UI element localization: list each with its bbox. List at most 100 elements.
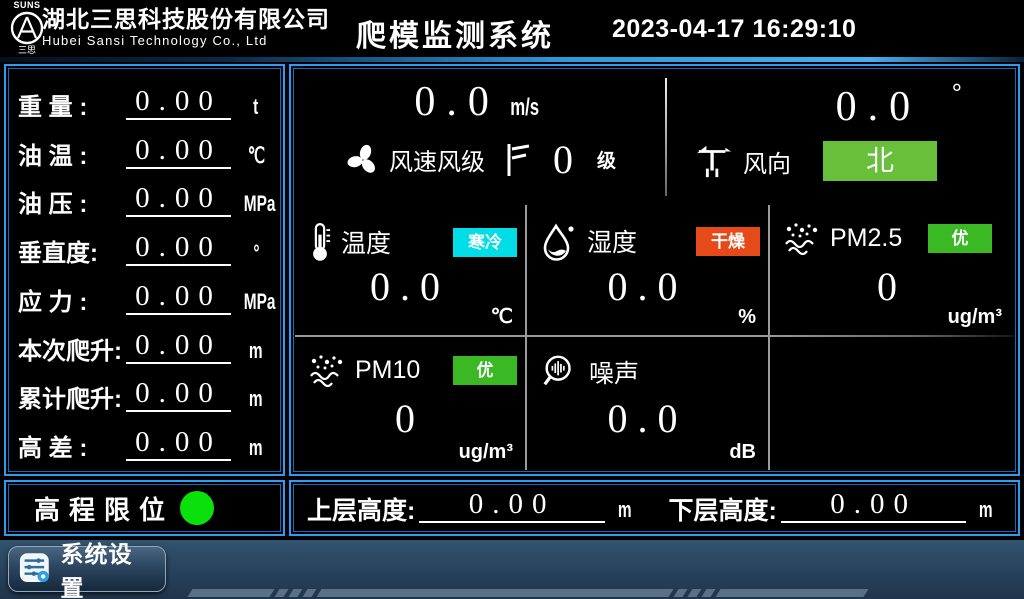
company-logo: SUNS 三思 [8,1,46,55]
wind-direction-label: 风向 [743,144,791,179]
monitoring-screen: SUNS 三思 湖北三思科技股份有限公司 Hubei Sansi Technol… [0,0,1024,599]
wind-direction-badge: 北 [823,141,937,181]
elevation-limit-status-indicator [180,491,214,525]
company-name-en: Hubei Sansi Technology Co., Ltd [42,32,330,50]
taskbar-decorative-stripe [190,589,866,597]
pm25-status-badge: 优 [928,224,992,253]
sensor-cell-noise: 噪声 0.0 dB [527,337,770,470]
measure-label: 垂直度: [18,239,126,269]
lower-height-unit: m [979,497,993,523]
sensor-label: PM2.5 [830,224,902,253]
humidity-status-badge: 干燥 [696,227,760,256]
company-name-cn: 湖北三思科技股份有限公司 [42,6,330,32]
elevation-limit-label: 高程限位 [34,490,174,527]
sensor-cell-temperature: 温度 寒冷 0.0 ℃ [295,205,527,337]
particles-icon [309,353,345,387]
sensor-label: PM10 [355,356,420,385]
sensor-unit: dB [729,441,756,464]
sensor-value: 0.0 [527,263,768,310]
header: SUNS 三思 湖北三思科技股份有限公司 Hubei Sansi Technol… [0,0,1024,57]
fan-icon [345,142,381,178]
measure-value: 0.00 [135,280,222,312]
measure-unit: MPa [244,289,276,315]
measure-row-verticality: 垂直度: 0.00 ° [18,224,275,269]
measure-row-stress: 应 力 : 0.00 MPa [18,273,275,318]
wind-level-flag-icon [505,141,531,179]
sensor-label: 温度 [341,224,391,260]
noise-meter-icon [541,353,579,391]
lower-height-label: 下层高度: [669,494,777,528]
datetime-display: 2023-04-17 16:29:10 [612,15,856,44]
measure-unit: m [249,435,263,461]
layer-heights-panel: 上层高度: 0.00 m 下层高度: 0.00 m [289,480,1020,536]
wind-speed-block: 0.0 m/s 风速风级 [295,72,665,205]
measure-unit: m [249,386,263,412]
pm10-status-badge: 优 [453,356,517,385]
measure-value: 0.00 [135,85,222,117]
measure-row-total-climb: 累计爬升: 0.00 m [18,370,275,415]
logo-suns-text: SUNS [8,1,46,10]
sensor-value: 0.0 [527,395,768,442]
measure-value: 0.00 [135,426,222,458]
sensor-label: 噪声 [589,354,639,390]
taskbar: 系统设置 [0,540,1024,599]
measure-value: 0.00 [135,182,222,214]
upper-height-unit: m [618,497,632,523]
particles-icon [784,221,820,255]
sensor-value: 0 [770,263,1014,310]
page-title: 爬模监测系统 [356,11,554,55]
system-settings-button[interactable]: 系统设置 [8,546,166,592]
wind-direction-value: 0.0 [836,84,922,130]
wind-speed-unit: m/s [511,94,540,122]
droplet-icon [541,221,577,261]
measure-unit: ℃ [247,143,264,169]
measure-unit: m [249,338,263,364]
upper-height-value: 0.00 [469,488,556,520]
wind-direction-block: 0.0 ° 风向 北 [667,72,1014,205]
lower-height-field: 下层高度: 0.00 m [669,488,997,528]
logo-mark-icon [8,10,46,46]
sensor-unit: ug/m³ [459,441,513,464]
measure-row-oil-pressure: 油 压 : 0.00 MPa [18,175,275,220]
elevation-limit-panel: 高程限位 [4,480,285,536]
settings-sliders-gear-icon [19,551,52,587]
sensor-value: 0.0 [295,263,525,310]
measure-value: 0.00 [135,377,222,409]
measure-row-current-climb: 本次爬升: 0.00 m [18,322,275,367]
wind-level-value: 0 [553,136,573,183]
sensor-cell-empty [770,337,1014,470]
wind-speed-value: 0.0 [414,79,500,125]
wind-section: 0.0 m/s 风速风级 [295,72,1014,205]
measure-row-weight: 重 量 : 0.00 t [18,78,275,123]
measure-value: 0.00 [135,329,222,361]
measure-row-height-diff: 高 差 : 0.00 m [18,419,275,464]
measure-label: 油 压 : [18,190,126,220]
environment-panel: 0.0 m/s 风速风级 [289,64,1020,476]
system-settings-label: 系统设置 [60,535,155,599]
temperature-status-badge: 寒冷 [453,228,517,257]
measure-label: 本次爬升: [18,337,126,367]
sensor-value: 0 [295,395,525,442]
measure-unit: ° [253,240,259,266]
measure-label: 油 温 : [18,142,126,172]
measure-unit: MPa [244,191,276,217]
header-divider [0,57,1024,62]
sensor-cell-pm25: PM2.5 优 0 ug/m³ [770,205,1014,337]
sensor-unit: % [738,306,756,329]
measure-label: 应 力 : [18,288,126,318]
sensor-cell-humidity: 湿度 干燥 0.0 % [527,205,770,337]
measure-unit: t [253,94,258,120]
upper-height-label: 上层高度: [307,494,415,528]
sensor-unit: ℃ [491,304,513,329]
sensor-grid: 温度 寒冷 0.0 ℃ 湿度 干燥 0.0 % [295,205,1014,470]
measure-label: 高 差 : [18,434,126,464]
wind-speed-label: 风速风级 [389,142,485,177]
measure-row-oil-temp: 油 温 : 0.00 ℃ [18,127,275,172]
sensor-label: 湿度 [587,223,637,259]
logo-cn-text: 三思 [8,46,46,55]
measure-value: 0.00 [135,134,222,166]
measurement-sidebar: 重 量 : 0.00 t 油 温 : 0.00 ℃ 油 压 : 0.00 MPa… [4,64,285,476]
measure-label: 累计爬升: [18,385,126,415]
wind-vane-icon [693,142,735,180]
wind-level-unit: 级 [597,146,616,173]
